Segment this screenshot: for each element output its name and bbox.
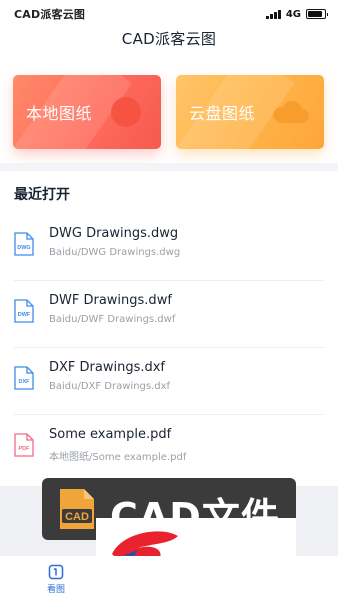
file-path: Baidu/DWG Drawings.dwg	[49, 247, 181, 258]
file-name: DWF Drawings.dwf	[49, 293, 172, 308]
file-name: Some example.pdf	[49, 427, 172, 442]
battery-level	[308, 11, 323, 17]
file-path: Baidu/DWF Drawings.dwf	[49, 314, 176, 325]
status-indicators: 4G	[266, 8, 328, 20]
status-bar: CAD派客云图 4G	[0, 0, 338, 28]
cad-badge: CAD	[65, 511, 89, 523]
file-path: Baidu/DXF Drawings.dxf	[49, 381, 171, 392]
file-name: DWG Drawings.dwg	[49, 226, 179, 241]
recent-section-title: 最近打开	[14, 187, 70, 203]
signal-icon	[266, 9, 281, 19]
dwg-badge: DWG	[17, 245, 30, 251]
file-name: DXF Drawings.dxf	[49, 360, 166, 375]
dxf-file-icon: DXF	[14, 366, 34, 390]
page-title: CAD派客云图	[121, 30, 217, 48]
recent-file-list: DWG DWG Drawings.dwg Baidu/DWG Drawings.…	[0, 214, 338, 482]
pdf-file-icon: PDF	[14, 433, 34, 457]
dwf-badge: DWF	[18, 312, 31, 318]
circle-icon	[111, 97, 141, 127]
dwg-file-icon: DWG	[14, 232, 34, 256]
file-item-dwf[interactable]: DWF DWF Drawings.dwf Baidu/DWF Drawings.…	[0, 281, 338, 348]
bottom-tab-bar: 看图	[0, 556, 338, 600]
pdf-badge: PDF	[19, 446, 31, 452]
file-path: 本地图纸/Some example.pdf	[49, 452, 187, 463]
local-drawings-card[interactable]: 本地图纸	[13, 75, 161, 149]
file-item-pdf[interactable]: PDF Some example.pdf 本地图纸/Some example.p…	[0, 415, 338, 482]
status-app-name: CAD派客云图	[14, 8, 86, 21]
cloud-icon	[273, 100, 309, 123]
dxf-badge: DXF	[19, 379, 31, 385]
network-type: 4G	[285, 8, 301, 20]
local-drawings-label: 本地图纸	[26, 104, 93, 123]
home-icon	[48, 564, 64, 580]
dwf-file-icon: DWF	[14, 299, 34, 323]
battery-icon	[306, 9, 328, 19]
tab-view-label: 看图	[46, 585, 65, 595]
file-item-dxf[interactable]: DXF DXF Drawings.dxf Baidu/DXF Drawings.…	[0, 348, 338, 415]
section-divider	[0, 163, 338, 171]
source-cards: 本地图纸 云盘图纸	[13, 75, 325, 149]
cloud-drawings-label: 云盘图纸	[189, 104, 256, 123]
cad-document-icon: CAD	[60, 489, 94, 529]
file-item-dwg[interactable]: DWG DWG Drawings.dwg Baidu/DWG Drawings.…	[0, 214, 338, 281]
cloud-drawings-card[interactable]: 云盘图纸	[176, 75, 324, 149]
tab-view[interactable]: 看图	[38, 564, 74, 595]
